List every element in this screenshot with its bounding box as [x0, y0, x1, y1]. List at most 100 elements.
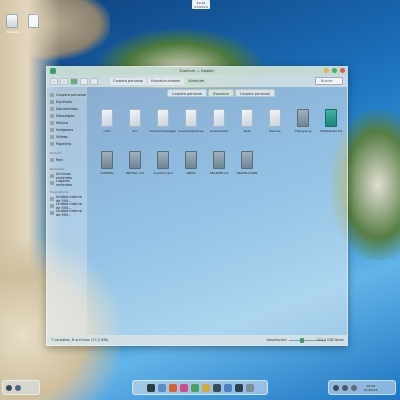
- maximize-button[interactable]: [332, 68, 337, 73]
- breadcrumb-item[interactable]: Carpeta personal: [110, 77, 147, 85]
- file-item[interactable]: INSTALL.md: [121, 147, 149, 185]
- file-item[interactable]: CMakeLists.txt: [317, 105, 345, 143]
- item-name: README.md: [209, 171, 229, 175]
- music-player-icon[interactable]: [212, 383, 221, 392]
- image-viewer-icon[interactable]: [234, 383, 243, 392]
- item-name: style: [243, 129, 251, 133]
- folder-icon: [101, 109, 113, 127]
- editor-icon[interactable]: [223, 383, 232, 392]
- view-icons-button[interactable]: [70, 77, 78, 85]
- dolphin-app-icon: [50, 68, 56, 74]
- sidebar-section-remote: Remoto: [50, 151, 62, 155]
- terminal-icon[interactable]: [190, 383, 199, 392]
- launcher-icon[interactable]: [146, 383, 155, 392]
- file-item[interactable]: TRANSLATION: [233, 147, 261, 185]
- view-compact-button[interactable]: [80, 77, 88, 85]
- videos-icon: [50, 134, 54, 139]
- sidebar-item-recent-places[interactable]: Lugares recientes: [47, 179, 87, 187]
- tray-clock[interactable]: 10:26 07/02/24: [364, 384, 377, 392]
- folder-item[interactable]: color: [93, 105, 121, 143]
- zoom-label: Ampliación:: [266, 338, 287, 342]
- file-item[interactable]: ChangeLog: [289, 105, 317, 143]
- file-item[interactable]: README.md: [205, 147, 233, 185]
- folder-item[interactable]: doc: [121, 105, 149, 143]
- minimize-button[interactable]: [324, 68, 329, 73]
- folder-icon: [213, 109, 225, 127]
- desktop-file-icon[interactable]: [28, 14, 39, 28]
- file-icon: [157, 151, 169, 169]
- item-name: doc: [132, 129, 138, 133]
- window-titlebar[interactable]: Kvantum — Dolphin: [47, 67, 347, 75]
- sidebar-item-drive[interactable]: Unidad interna de 500...: [47, 209, 87, 217]
- store-icon[interactable]: [179, 383, 188, 392]
- file-manager-window: Kvantum — Dolphin ‹ › Carpeta personal K…: [46, 66, 348, 346]
- file-item[interactable]: COPYING: [93, 147, 121, 185]
- music-icon: [50, 120, 54, 125]
- sidebar-item-home[interactable]: Carpeta personal: [47, 91, 87, 98]
- item-name: ChangeLog: [294, 129, 312, 133]
- trash-icon: [50, 141, 54, 146]
- sidebar-item-trash[interactable]: Papelera: [47, 140, 87, 147]
- folder-item[interactable]: screenshots: [205, 105, 233, 143]
- sidebar-item-downloads[interactable]: Descargas: [47, 112, 87, 119]
- file-item[interactable]: NEWS: [177, 147, 205, 185]
- top-clock-date: 07/02/24: [194, 5, 208, 9]
- search-button[interactable]: Buscar: [315, 77, 343, 85]
- sidebar-section-devices: Dispositivos: [50, 190, 69, 194]
- settings-icon[interactable]: [201, 383, 210, 392]
- power-icon[interactable]: [6, 384, 12, 391]
- breadcrumb: Carpeta personal Kvantum-master Kvantum: [110, 77, 208, 85]
- browser-icon[interactable]: [168, 383, 177, 392]
- tab-home-2[interactable]: Carpeta personal: [234, 89, 276, 97]
- folder-icon: [185, 109, 197, 127]
- file-icon: [101, 151, 113, 169]
- desktop-trash-icon[interactable]: [6, 14, 18, 28]
- places-sidebar: Carpeta personal Escritorio Documentos D…: [47, 87, 87, 335]
- tab-kvantum[interactable]: Kvantum: [208, 89, 234, 97]
- sidebar-item-label: Escritorio: [56, 99, 73, 104]
- file-item[interactable]: kvantum.pro: [149, 147, 177, 185]
- status-bar: 7 carpetas, 8 archivos (17,2 KiB) Amplia…: [47, 335, 347, 345]
- notifications-icon[interactable]: [351, 384, 357, 391]
- dock: [132, 380, 268, 395]
- zoom-slider-handle[interactable]: [299, 337, 304, 343]
- sidebar-section-recent: Recientes: [50, 167, 65, 171]
- network-status-icon[interactable]: [333, 384, 339, 391]
- sidebar-item-network[interactable]: Red: [47, 156, 87, 163]
- sidebar-item-music[interactable]: Música: [47, 119, 87, 126]
- folder-item[interactable]: kvantumpreview: [177, 105, 205, 143]
- sidebar-item-videos[interactable]: Vídeos: [47, 133, 87, 140]
- folder-item[interactable]: kvantummanager: [149, 105, 177, 143]
- sidebar-item-label: Música: [56, 120, 69, 125]
- back-button[interactable]: ‹: [50, 77, 58, 85]
- folder-item[interactable]: style: [233, 105, 261, 143]
- window-controls: [324, 68, 345, 73]
- sidebar-item-desktop[interactable]: Escritorio: [47, 98, 87, 105]
- close-button[interactable]: [340, 68, 345, 73]
- top-clock[interactable]: 10:26 07/02/24: [192, 0, 210, 9]
- sidebar-item-label: Documentos: [56, 106, 79, 111]
- breadcrumb-item[interactable]: Kvantum: [185, 77, 208, 85]
- trash-dock-icon[interactable]: [245, 383, 254, 392]
- forward-button[interactable]: ›: [60, 77, 68, 85]
- downloads-icon: [50, 113, 54, 118]
- sidebar-item-documents[interactable]: Documentos: [47, 105, 87, 112]
- view-details-button[interactable]: [90, 77, 98, 85]
- sidebar-item-pictures[interactable]: Imágenes: [47, 126, 87, 133]
- volume-icon[interactable]: [342, 384, 348, 391]
- folder-icon: [269, 109, 281, 127]
- user-icon[interactable]: [15, 384, 21, 391]
- desktop-icon: [50, 99, 54, 104]
- breadcrumb-item[interactable]: Kvantum-master: [148, 77, 184, 85]
- file-view[interactable]: color doc kvantummanager kvantumpreview scre…: [89, 99, 347, 335]
- toolbar: ‹ › Carpeta personal Kvantum-master Kvan…: [47, 75, 347, 87]
- free-space-label: 133,4 GiB libres: [316, 338, 344, 342]
- sidebar-item-label: Vídeos: [56, 134, 68, 139]
- folder-icon: [241, 109, 253, 127]
- files-icon[interactable]: [157, 383, 166, 392]
- item-name: kvantum.pro: [153, 171, 173, 175]
- home-icon: [50, 92, 54, 97]
- tab-home[interactable]: Carpeta personal: [167, 89, 208, 97]
- file-icon: [297, 109, 309, 127]
- folder-item[interactable]: themes: [261, 105, 289, 143]
